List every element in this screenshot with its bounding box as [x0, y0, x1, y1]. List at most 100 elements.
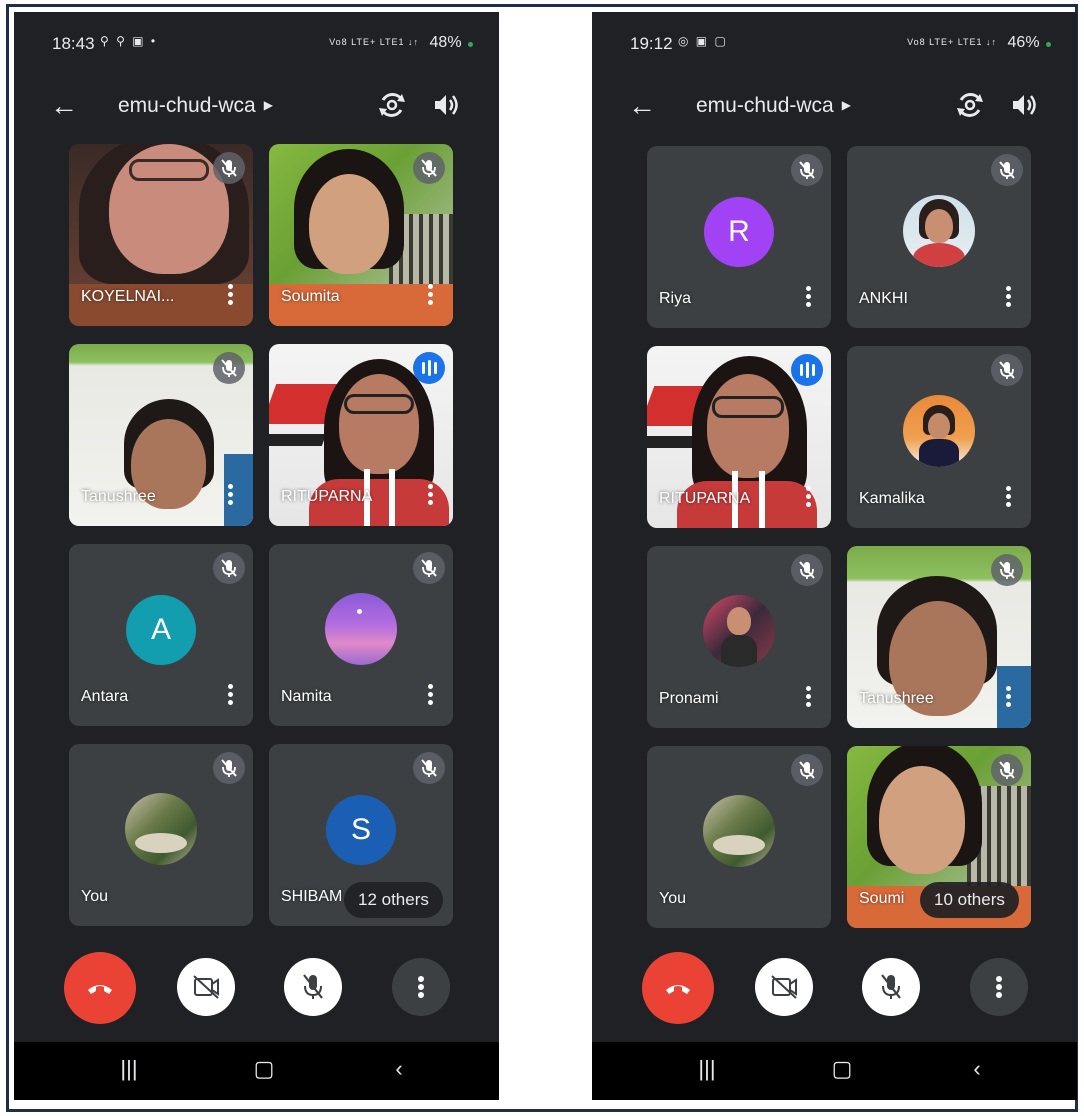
- participant-name: Tanushree: [859, 690, 934, 707]
- avatar: [703, 795, 775, 867]
- back-arrow-icon[interactable]: ←: [628, 90, 656, 122]
- more-vert-icon[interactable]: [425, 684, 435, 708]
- more-vert-icon[interactable]: [1003, 286, 1013, 310]
- status-time: 19:12: [630, 34, 673, 53]
- more-vert-icon[interactable]: [225, 484, 235, 508]
- switch-camera-icon[interactable]: [953, 88, 987, 122]
- participant-name: Tanushree: [81, 488, 156, 505]
- more-vert-icon[interactable]: [425, 484, 435, 508]
- camera-off-icon: [771, 975, 797, 999]
- mic-off-icon: [213, 152, 245, 184]
- home-icon[interactable]: ▢: [249, 1056, 279, 1086]
- participant-tile[interactable]: A Antara: [69, 544, 253, 726]
- recents-icon[interactable]: |||: [692, 1056, 722, 1086]
- participant-name: RITUPARNA: [659, 490, 751, 507]
- end-call-icon: [88, 985, 112, 994]
- mic-off-icon: [991, 754, 1023, 786]
- participant-name: Pronami: [659, 690, 719, 707]
- participant-name: ANKHI: [859, 290, 908, 307]
- battery-level: 48%: [429, 34, 462, 51]
- end-call-button[interactable]: [64, 952, 136, 1024]
- mic-off-icon: [991, 154, 1023, 186]
- participant-tile[interactable]: You: [647, 746, 831, 928]
- avatar: [325, 593, 397, 665]
- participant-tile[interactable]: You: [69, 744, 253, 926]
- avatar: A: [126, 595, 196, 665]
- participant-tile[interactable]: Soumita: [269, 144, 453, 326]
- participant-tile[interactable]: Namita: [269, 544, 453, 726]
- switch-camera-icon[interactable]: [375, 88, 409, 122]
- meeting-header: ← emu-chud-wca ▶: [14, 84, 499, 128]
- caret-right-icon: ▶: [263, 98, 273, 112]
- more-vert-icon[interactable]: [425, 284, 435, 308]
- avatar: R: [704, 197, 774, 267]
- participant-name: SHIBAM: [281, 888, 343, 905]
- camera-toggle-button[interactable]: [755, 958, 813, 1016]
- recents-icon[interactable]: |||: [114, 1056, 144, 1086]
- call-controls: [14, 952, 499, 1024]
- mic-off-icon: [213, 752, 245, 784]
- participant-tile[interactable]: R Riya: [647, 146, 831, 328]
- mic-off-icon: [791, 554, 823, 586]
- back-nav-icon[interactable]: ‹: [384, 1056, 414, 1086]
- participant-name: Kamalika: [859, 490, 925, 507]
- camera-toggle-button[interactable]: [177, 958, 235, 1016]
- back-arrow-icon[interactable]: ←: [50, 90, 78, 122]
- more-vert-icon[interactable]: [803, 686, 813, 710]
- avatar: [903, 395, 975, 467]
- mic-off-icon: [413, 552, 445, 584]
- participant-name: Soumi: [859, 890, 905, 907]
- participant-tile[interactable]: KOYELNAI...: [69, 144, 253, 326]
- others-button[interactable]: 10 others: [920, 882, 1019, 918]
- more-vert-icon[interactable]: [803, 286, 813, 310]
- participant-tile[interactable]: Tanushree: [69, 344, 253, 526]
- camera-off-icon: [193, 975, 219, 999]
- mic-off-icon: [791, 154, 823, 186]
- more-vert-icon[interactable]: [803, 486, 813, 510]
- mic-off-icon: [791, 754, 823, 786]
- more-options-button[interactable]: [392, 958, 450, 1016]
- speaking-indicator-icon: [413, 352, 445, 384]
- caret-right-icon: ▶: [841, 98, 851, 112]
- more-vert-icon[interactable]: [225, 684, 235, 708]
- battery-dot-icon: [468, 42, 473, 47]
- meeting-title[interactable]: emu-chud-wca ▶: [118, 94, 273, 118]
- participant-name: Namita: [281, 688, 332, 705]
- end-call-icon: [666, 985, 690, 994]
- end-call-button[interactable]: [642, 952, 714, 1024]
- android-nav-bar: ||| ▢ ‹: [14, 1042, 499, 1100]
- participant-tile[interactable]: Pronami: [647, 546, 831, 728]
- participant-name: You: [659, 890, 686, 907]
- more-options-button[interactable]: [970, 958, 1028, 1016]
- participant-tile[interactable]: Kamalika: [847, 346, 1031, 528]
- meeting-header: ← emu-chud-wca ▶: [592, 84, 1077, 128]
- status-notification-icons: ◎ ▣ ▢: [678, 34, 728, 48]
- android-nav-bar: ||| ▢ ‹: [592, 1042, 1077, 1100]
- speaker-icon[interactable]: [1007, 88, 1041, 122]
- mic-toggle-button[interactable]: [862, 958, 920, 1016]
- phone-screen-right: 19:12 ◎ ▣ ▢ Vo8 LTE+ LTE1 ↓↑ 46% ← emu-c…: [592, 12, 1077, 1100]
- more-vert-icon[interactable]: [1003, 686, 1013, 710]
- battery-dot-icon: [1046, 42, 1051, 47]
- meeting-title[interactable]: emu-chud-wca ▶: [696, 94, 851, 118]
- more-vert-icon: [996, 976, 1002, 998]
- back-nav-icon[interactable]: ‹: [962, 1056, 992, 1086]
- speaker-icon[interactable]: [429, 88, 463, 122]
- participant-tile[interactable]: ANKHI: [847, 146, 1031, 328]
- participant-tile[interactable]: Tanushree: [847, 546, 1031, 728]
- others-button[interactable]: 12 others: [344, 882, 443, 918]
- participant-name: Riya: [659, 290, 692, 307]
- avatar: [125, 793, 197, 865]
- home-icon[interactable]: ▢: [827, 1056, 857, 1086]
- more-vert-icon: [418, 976, 424, 998]
- mic-toggle-button[interactable]: [284, 958, 342, 1016]
- more-vert-icon[interactable]: [225, 284, 235, 308]
- speaking-indicator-icon: [791, 354, 823, 386]
- more-vert-icon[interactable]: [1003, 486, 1013, 510]
- mic-off-icon: [213, 352, 245, 384]
- participant-tile[interactable]: RITUPARNA: [647, 346, 831, 528]
- participant-tile[interactable]: RITUPARNA: [269, 344, 453, 526]
- avatar: S: [326, 795, 396, 865]
- signal-icon: Vo8 LTE+ LTE1 ↓↑: [329, 37, 420, 47]
- status-bar: 19:12 ◎ ▣ ▢ Vo8 LTE+ LTE1 ↓↑ 46%: [592, 12, 1077, 72]
